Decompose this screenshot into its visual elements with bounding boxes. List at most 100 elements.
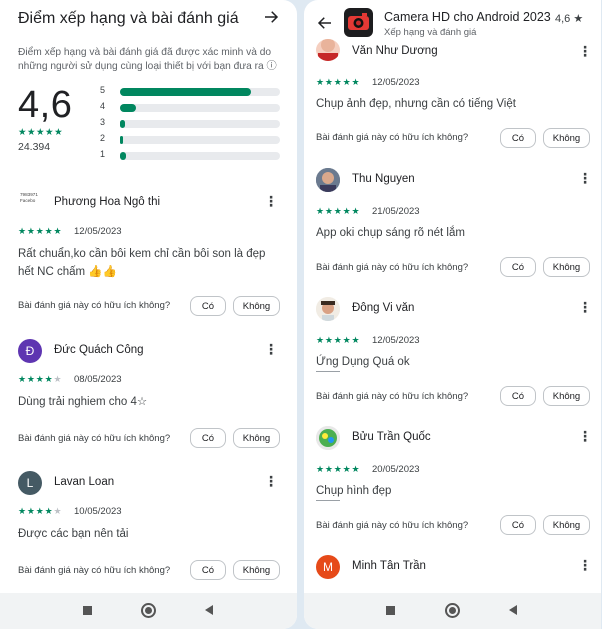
avatar: Đ xyxy=(18,339,42,363)
camera-app-icon xyxy=(344,8,373,37)
helpful-no-button[interactable]: Không xyxy=(233,560,280,580)
distribution-bar xyxy=(120,136,124,144)
helpful-no-button[interactable]: Không xyxy=(543,128,590,148)
distribution-row: 5 xyxy=(100,84,282,100)
distribution-track xyxy=(120,88,280,96)
distribution-bar xyxy=(120,120,125,128)
distribution-bar xyxy=(120,104,136,112)
reviewer-name: Đông Vi văn xyxy=(352,302,415,314)
home-icon[interactable] xyxy=(445,603,460,618)
distribution-track xyxy=(120,136,280,144)
review-stars: ★★★★★ xyxy=(316,206,361,216)
helpful-yes-button[interactable]: Có xyxy=(190,296,226,316)
more-options-icon[interactable]: ⋮ xyxy=(578,299,592,315)
review-text: Dùng trải nghiem cho 4☆ xyxy=(18,396,148,408)
more-options-icon[interactable]: ⋮ xyxy=(578,557,592,573)
review-text: Ứng Dụng Quá ok xyxy=(316,356,410,368)
text-underline xyxy=(316,500,340,501)
avatar xyxy=(316,297,340,321)
more-options-icon[interactable]: ⋮ xyxy=(264,341,278,357)
avatar xyxy=(316,426,340,450)
helpful-yes-button[interactable]: Có xyxy=(500,128,536,148)
system-navbar xyxy=(304,593,601,629)
helpful-question: Bài đánh giá này có hữu ích không? xyxy=(316,520,469,531)
screens: Điểm xếp hạng và bài đánh giá Điểm xếp h… xyxy=(0,0,602,629)
review-stars: ★★★★★ xyxy=(18,226,63,236)
more-options-icon[interactable]: ⋮ xyxy=(578,170,592,186)
text-underline xyxy=(316,371,340,372)
distribution-track xyxy=(120,104,280,112)
left-screen: Điểm xếp hạng và bài đánh giá Điểm xếp h… xyxy=(0,0,297,629)
review-stars: ★★★★★ xyxy=(18,374,63,384)
page-subtitle: Xếp hạng và đánh giá xyxy=(384,27,477,38)
page-title: Điểm xếp hạng và bài đánh giá xyxy=(18,10,239,27)
review-date: 12/05/2023 xyxy=(372,77,420,88)
recent-apps-icon[interactable] xyxy=(83,606,92,615)
distribution-row: 2 xyxy=(100,132,282,148)
distribution-label: 1 xyxy=(100,149,106,159)
helpful-no-button[interactable]: Không xyxy=(543,515,590,535)
recent-apps-icon[interactable] xyxy=(386,606,395,615)
review-date: 12/05/2023 xyxy=(372,335,420,346)
back-icon[interactable] xyxy=(205,605,213,615)
reviewer-name: Phương Hoa Ngô thi xyxy=(54,196,161,208)
more-options-icon[interactable]: ⋮ xyxy=(264,193,278,209)
distribution-row: 1 xyxy=(100,148,282,164)
helpful-yes-button[interactable]: Có xyxy=(190,560,226,580)
review-stars: ★★★★★ xyxy=(316,77,361,87)
review-stars: ★★★★★ xyxy=(316,335,361,345)
avatar: L xyxy=(18,471,42,495)
arrow-left-icon[interactable] xyxy=(316,14,334,32)
distribution-label: 2 xyxy=(100,133,106,143)
helpful-no-button[interactable]: Không xyxy=(543,257,590,277)
review-date: 08/05/2023 xyxy=(74,374,122,385)
review-stars: ★★★★★ xyxy=(316,464,361,474)
average-stars: ★★★★★ xyxy=(18,127,64,138)
reviewer-name: Đức Quách Công xyxy=(54,344,144,356)
review-text: Được các bạn nên tải xyxy=(18,528,129,540)
distribution-row: 4 xyxy=(100,100,282,116)
home-icon[interactable] xyxy=(141,603,156,618)
review-text: App oki chụp sáng rõ nét lắm xyxy=(316,227,465,239)
rating-distribution: 5 4 3 2 1 xyxy=(100,84,282,164)
helpful-question: Bài đánh giá này có hữu ích không? xyxy=(316,262,469,273)
average-rating: 4,6 xyxy=(18,84,73,126)
review-text: Chụp hình đẹp xyxy=(316,485,392,497)
more-options-icon[interactable]: ⋮ xyxy=(264,473,278,489)
distribution-track xyxy=(120,152,280,160)
helpful-question: Bài đánh giá này có hữu ích không? xyxy=(316,132,469,143)
distribution-bar xyxy=(120,88,252,96)
review-date: 10/05/2023 xyxy=(74,506,122,517)
app-title: Camera HD cho Android 2023 xyxy=(384,10,551,24)
back-icon[interactable] xyxy=(509,605,517,615)
avatar xyxy=(316,39,340,61)
review-date: 12/05/2023 xyxy=(74,226,122,237)
helpful-question: Bài đánh giá này có hữu ích không? xyxy=(316,391,469,402)
more-options-icon[interactable]: ⋮ xyxy=(578,428,592,444)
review-date: 20/05/2023 xyxy=(372,464,420,475)
helpful-question: Bài đánh giá này có hữu ích không? xyxy=(18,565,171,576)
more-options-icon[interactable]: ⋮ xyxy=(578,43,592,59)
reviewer-name: Bửu Trần Quốc xyxy=(352,431,431,443)
helpful-no-button[interactable]: Không xyxy=(233,428,280,448)
rating-count: 24.394 xyxy=(18,141,51,153)
distribution-label: 5 xyxy=(100,85,106,95)
helpful-yes-button[interactable]: Có xyxy=(500,515,536,535)
arrow-right-icon[interactable] xyxy=(262,8,280,26)
review-text: Rất chuẩn,ko cần bôi kem chỉ cần bôi son… xyxy=(18,248,266,278)
helpful-yes-button[interactable]: Có xyxy=(500,257,536,277)
helpful-no-button[interactable]: Không xyxy=(233,296,280,316)
helpful-yes-button[interactable]: Có xyxy=(190,428,226,448)
review-text: Chụp ảnh đẹp, nhưng cần có tiếng Việt xyxy=(316,98,516,110)
review-stars: ★★★★★ xyxy=(18,506,63,516)
avatar: 7983971 Facebo xyxy=(20,192,38,203)
avatar: M xyxy=(316,555,340,579)
distribution-track xyxy=(120,120,280,128)
system-navbar xyxy=(0,593,297,629)
distribution-label: 4 xyxy=(100,101,106,111)
helpful-no-button[interactable]: Không xyxy=(543,386,590,406)
reviewer-name: Thu Nguyen xyxy=(352,173,415,185)
helpful-yes-button[interactable]: Có xyxy=(500,386,536,406)
ratings-description: Điểm xếp hạng và bài đánh giá đã được xá… xyxy=(18,47,277,72)
app-rating: 4,6 ★ xyxy=(555,13,584,25)
